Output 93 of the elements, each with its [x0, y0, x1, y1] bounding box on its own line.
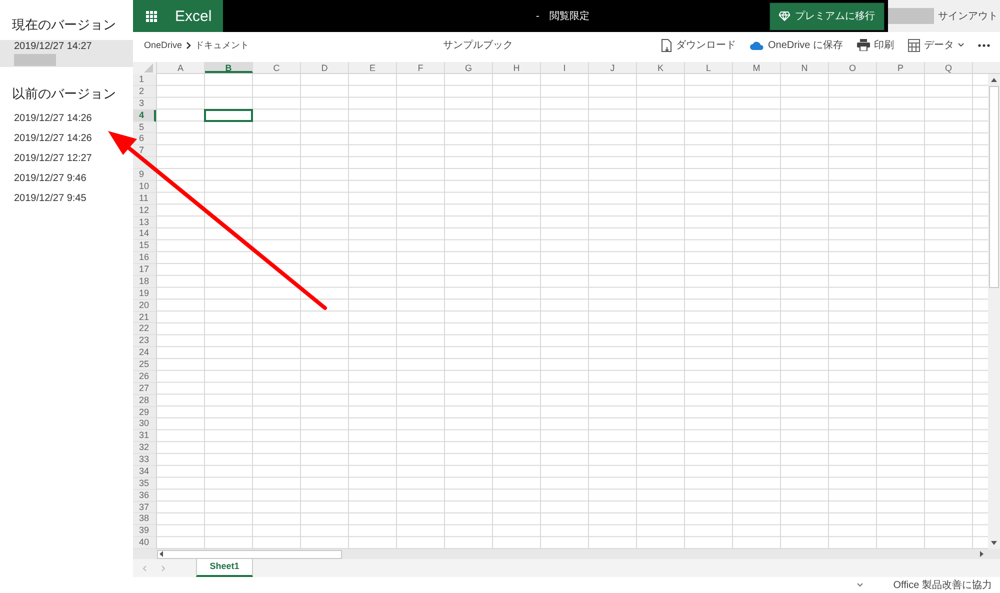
redacted-block: [14, 54, 56, 66]
column-header[interactable]: E: [349, 62, 397, 73]
scroll-right-icon[interactable]: [978, 550, 985, 558]
breadcrumb-link[interactable]: OneDrive: [144, 40, 182, 50]
diamond-icon: [779, 11, 790, 21]
scroll-left-icon[interactable]: [158, 550, 165, 558]
row-header[interactable]: 4: [133, 110, 156, 122]
row-header[interactable]: 21: [133, 312, 156, 324]
row-header[interactable]: 25: [133, 359, 156, 371]
column-header[interactable]: G: [445, 62, 493, 73]
version-item[interactable]: 2019/12/27 14:26: [0, 109, 133, 129]
column-header[interactable]: Q: [925, 62, 973, 73]
data-menu-button[interactable]: データ: [906, 38, 966, 52]
app-name: Excel: [175, 8, 212, 24]
column-header[interactable]: N: [781, 62, 829, 73]
row-header[interactable]: 27: [133, 382, 156, 395]
column-header[interactable]: H: [493, 62, 541, 73]
caret-icon[interactable]: [857, 583, 864, 587]
document-icon: [660, 38, 672, 52]
version-item[interactable]: 2019/12/27 14:26: [0, 129, 133, 149]
caret-icon: [958, 43, 964, 47]
app-launcher-icon[interactable]: [146, 10, 157, 22]
row-header[interactable]: 26: [133, 370, 156, 383]
row-header[interactable]: 10: [133, 180, 156, 193]
row-header[interactable]: 34: [133, 466, 156, 478]
row-header[interactable]: 5: [133, 122, 156, 134]
row-header[interactable]: 15: [133, 240, 156, 252]
row-header[interactable]: 24: [133, 347, 156, 359]
row-header[interactable]: 40: [133, 537, 156, 549]
row-header[interactable]: 38: [133, 513, 156, 526]
row-header[interactable]: 17: [133, 264, 156, 276]
row-header[interactable]: 33: [133, 454, 156, 466]
version-item[interactable]: 2019/12/27 12:27: [0, 149, 133, 169]
row-header[interactable]: 16: [133, 252, 156, 264]
panel-heading: 以前のバージョン: [11, 85, 117, 103]
row-header[interactable]: 23: [133, 335, 156, 348]
row-header[interactable]: 11: [133, 192, 156, 205]
column-header[interactable]: I: [541, 62, 589, 73]
column-header[interactable]: J: [589, 62, 637, 73]
row-header[interactable]: 2: [133, 86, 156, 98]
row-header[interactable]: 13: [133, 216, 156, 228]
column-header[interactable]: F: [397, 62, 445, 73]
chevron-icon: [186, 42, 192, 48]
premium-button[interactable]: プレミアムに移行: [769, 2, 885, 30]
row-header[interactable]: 39: [133, 525, 156, 538]
download-button[interactable]: ダウンロード: [658, 38, 738, 52]
column-header[interactable]: C: [253, 62, 301, 73]
more-icon: [978, 44, 990, 46]
horizontal-scrollbar[interactable]: [157, 550, 342, 558]
sheet-tab[interactable]: Sheet1: [196, 559, 253, 577]
column-header[interactable]: B: [205, 62, 253, 73]
row-header[interactable]: 28: [133, 394, 156, 406]
row-header[interactable]: 9: [133, 169, 156, 181]
vertical-scrollbar[interactable]: [988, 74, 1000, 549]
column-header[interactable]: M: [733, 62, 781, 73]
row-header[interactable]: 19: [133, 288, 156, 300]
row-header[interactable]: 32: [133, 442, 156, 454]
row-header[interactable]: 14: [133, 228, 156, 240]
version-item[interactable]: 2019/12/27 9:46: [0, 169, 133, 189]
row-header[interactable]: 6: [133, 133, 156, 146]
column-header[interactable]: O: [829, 62, 877, 73]
breadcrumb-link[interactable]: ドキュメント: [195, 38, 250, 52]
row-header[interactable]: 35: [133, 478, 156, 490]
redacted-block: [888, 8, 934, 24]
version-item[interactable]: 2019/12/27 14:27: [0, 40, 133, 67]
file-name: サンプルブック: [443, 38, 513, 52]
column-header[interactable]: D: [301, 62, 349, 73]
row-header[interactable]: 36: [133, 490, 156, 502]
document-status: - 閲覧限定: [536, 10, 590, 23]
version-item[interactable]: 2019/12/27 9:45: [0, 189, 133, 209]
printer-icon: [857, 39, 870, 51]
row-header[interactable]: 37: [133, 502, 156, 514]
table-icon: [908, 38, 920, 52]
column-header[interactable]: L: [685, 62, 733, 73]
row-header[interactable]: 3: [133, 98, 156, 110]
scroll-up-icon[interactable]: [990, 76, 998, 84]
row-header[interactable]: 18: [133, 276, 156, 288]
active-cell[interactable]: [204, 108, 253, 122]
row-header[interactable]: 1: [133, 74, 156, 86]
cloud-icon: [750, 40, 764, 50]
save-to-onedrive-button[interactable]: OneDrive に保存: [748, 38, 845, 52]
column-header[interactable]: K: [637, 62, 685, 73]
panel-heading: 現在のバージョン: [11, 16, 117, 34]
row-header[interactable]: 12: [133, 204, 156, 216]
row-header[interactable]: 22: [133, 323, 156, 336]
row-header[interactable]: 30: [133, 418, 156, 430]
print-button[interactable]: 印刷: [855, 38, 896, 52]
row-header[interactable]: 20: [133, 300, 156, 312]
column-header[interactable]: P: [877, 62, 925, 73]
feedback-link[interactable]: Office 製品改善に協力: [893, 578, 992, 592]
scroll-down-icon[interactable]: [990, 539, 998, 547]
row-header[interactable]: 29: [133, 406, 156, 418]
row-header[interactable]: 31: [133, 430, 156, 442]
